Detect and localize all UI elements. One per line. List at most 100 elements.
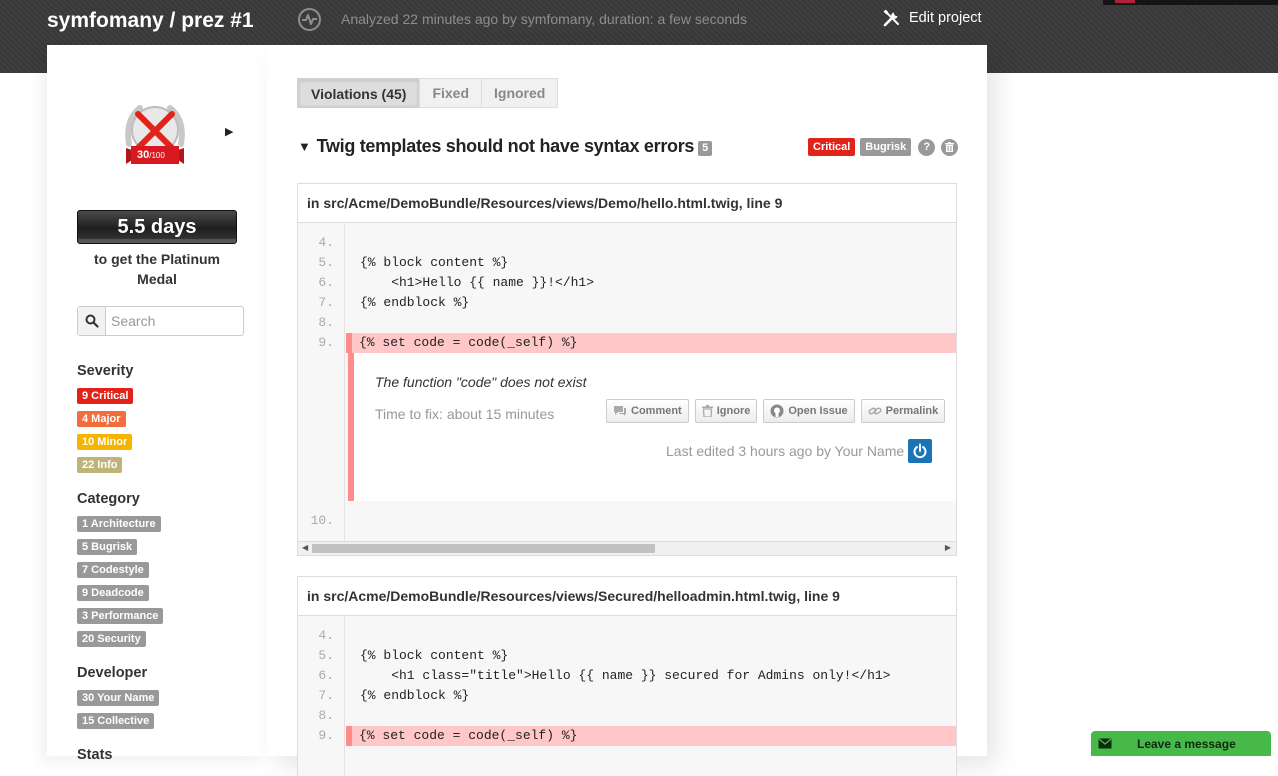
search-button[interactable] — [78, 307, 106, 335]
link-icon — [868, 407, 882, 415]
developer-collective-tag[interactable]: 15 Collective — [77, 713, 155, 729]
severity-major-tag[interactable]: 4 Major — [77, 411, 126, 427]
github-icon — [770, 404, 784, 418]
rule-title-text: Twig templates should not have syntax er… — [316, 136, 695, 156]
comment-label: Comment — [631, 405, 682, 417]
open-issue-label: Open Issue — [788, 405, 848, 417]
main-panel: Violations (45) Fixed Ignored ▼ Twig tem… — [267, 45, 987, 776]
highlighted-code-line: 9. {% set code = code(_self) %} — [298, 333, 956, 353]
severity-critical-tag[interactable]: 9 Critical — [77, 388, 134, 404]
violation-file-path[interactable]: in src/Acme/DemoBundle/Resources/views/S… — [298, 577, 956, 616]
category-deadcode-tag[interactable]: 9 Deadcode — [77, 585, 149, 601]
ignore-button[interactable]: Ignore — [694, 399, 758, 423]
line-code: {% block content %} — [360, 255, 509, 270]
severity-minor-tag[interactable]: 10 Minor — [77, 434, 133, 450]
tab-ignored[interactable]: Ignored — [481, 78, 559, 108]
rule-bugrisk-tag[interactable]: Bugrisk — [860, 138, 912, 156]
developer-your-name-tag[interactable]: 30 Your Name — [77, 690, 160, 706]
violation-note: The function "code" does not exist Time … — [348, 353, 956, 501]
activity-icon — [298, 8, 321, 31]
collapse-triangle-icon: ▼ — [298, 139, 311, 154]
corner-thumbnail — [1103, 0, 1278, 5]
line-number: 6. — [318, 668, 334, 683]
edit-project-link[interactable]: Edit project — [882, 8, 982, 28]
code-line: 4. — [298, 233, 956, 253]
sidebar: 30/100 ▶ 5.5 days to get the Platinum Me… — [47, 45, 267, 763]
search-input[interactable] — [106, 307, 241, 335]
line-number: 9. — [318, 335, 334, 350]
scroll-right-icon[interactable]: ▶ — [945, 543, 951, 552]
gutter-divider — [344, 616, 345, 776]
category-list: 1 Architecture 5 Bugrisk 7 Codestyle 9 D… — [77, 516, 164, 654]
line-number: 7. — [318, 295, 334, 310]
developer-list: 30 Your Name 15 Collective — [77, 690, 160, 736]
search-icon — [85, 314, 99, 328]
line-number: 4. — [318, 235, 334, 250]
medal-icon — [125, 105, 185, 164]
scroll-left-icon[interactable]: ◀ — [302, 543, 308, 552]
time-to-fix: Time to fix: about 15 minutes — [375, 406, 555, 422]
code-line: 10. — [298, 511, 956, 531]
category-heading: Category — [77, 491, 140, 507]
rule-title[interactable]: ▼ Twig templates should not have syntax … — [298, 136, 712, 157]
tab-violations[interactable]: Violations (45) — [297, 78, 421, 108]
leave-message-label: Leave a message — [1137, 736, 1236, 751]
code-snippet: 4. 5. {% block content %} 6. <h1>Hello {{… — [298, 223, 956, 541]
gutter-divider — [344, 223, 345, 541]
trash-icon[interactable] — [941, 138, 959, 156]
power-icon — [913, 443, 927, 459]
violation-card: in src/Acme/DemoBundle/Resources/views/S… — [297, 576, 957, 776]
line-code: {% endblock %} — [360, 688, 470, 703]
days-counter: 5.5 days — [77, 210, 237, 244]
line-number: 8. — [318, 708, 334, 723]
category-performance-tag[interactable]: 3 Performance — [77, 608, 164, 624]
permalink-label: Permalink — [885, 405, 939, 417]
line-number: 5. — [318, 255, 334, 270]
code-line: 4. — [298, 626, 956, 646]
project-title[interactable]: symfomany / prez #1 — [47, 9, 254, 33]
open-issue-button[interactable]: Open Issue — [763, 399, 855, 423]
search-box — [77, 306, 244, 336]
line-code: {% endblock %} — [360, 295, 470, 310]
violation-file-path[interactable]: in src/Acme/DemoBundle/Resources/views/D… — [298, 184, 956, 223]
violation-card: in src/Acme/DemoBundle/Resources/views/D… — [297, 183, 957, 556]
edit-project-label: Edit project — [909, 10, 982, 26]
user-avatar[interactable] — [908, 439, 933, 463]
line-code: {% set code = code(_self) %} — [346, 333, 956, 353]
category-architecture-tag[interactable]: 1 Architecture — [77, 516, 161, 532]
rule-count-badge: 5 — [698, 141, 712, 156]
line-number: 8. — [318, 315, 334, 330]
category-codestyle-tag[interactable]: 7 Codestyle — [77, 562, 149, 578]
caret-right-icon[interactable]: ▶ — [225, 125, 233, 138]
category-security-tag[interactable]: 20 Security — [77, 631, 146, 647]
tab-fixed[interactable]: Fixed — [419, 78, 483, 108]
trash-icon — [701, 405, 713, 417]
category-bugrisk-tag[interactable]: 5 Bugrisk — [77, 539, 138, 555]
help-icon[interactable]: ? — [918, 138, 936, 156]
comment-icon — [614, 406, 626, 416]
leave-message-widget[interactable]: Leave a message — [1091, 731, 1271, 756]
code-line: 8. — [298, 313, 956, 333]
permalink-button[interactable]: Permalink — [860, 399, 946, 423]
highlighted-code-line: 9. {% set code = code(_self) %} — [298, 726, 956, 746]
horizontal-scrollbar[interactable]: ◀ ▶ — [298, 541, 956, 555]
code-snippet: 4. 5. {% block content %} 6. <h1 class="t… — [298, 616, 956, 776]
line-number: 7. — [318, 688, 334, 703]
line-code: {% set code = code(_self) %} — [346, 726, 956, 746]
rule-critical-tag[interactable]: Critical — [808, 138, 856, 156]
severity-info-tag[interactable]: 22 Info — [77, 457, 123, 473]
scrollbar-thumb[interactable] — [312, 544, 655, 553]
rule-tags: Critical Bugrisk ? — [808, 138, 962, 156]
violation-actions: Comment Ignore Open Issue Permalink — [606, 399, 951, 423]
last-edited-text: Last edited 3 hours ago by Your Name — [666, 443, 905, 459]
line-code: <h1>Hello {{ name }}!</h1> — [360, 275, 595, 290]
severity-heading: Severity — [77, 363, 134, 379]
line-code: {% block content %} — [360, 648, 509, 663]
comment-button[interactable]: Comment — [606, 399, 689, 423]
code-line: 6. <h1 class="title">Hello {{ name }} se… — [298, 666, 956, 686]
analysis-status: Analyzed 22 minutes ago by symfomany, du… — [341, 11, 747, 27]
